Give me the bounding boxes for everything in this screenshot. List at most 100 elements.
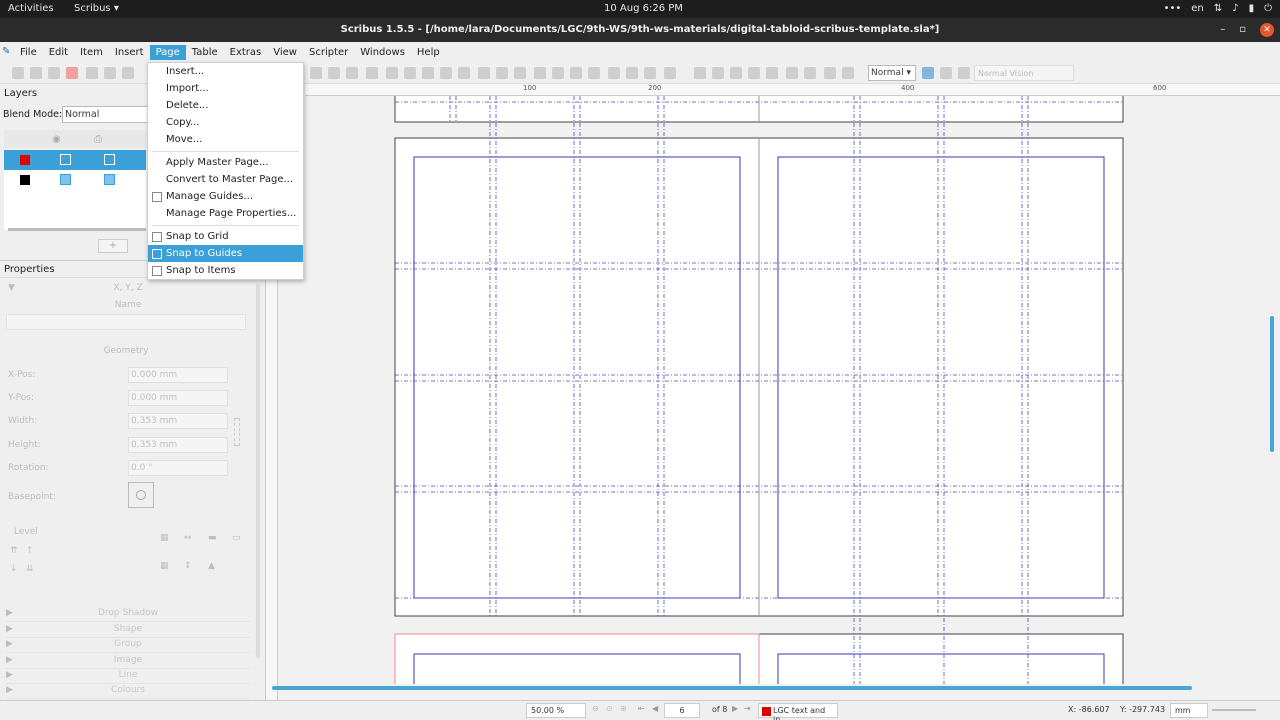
menu-insert-page[interactable]: Insert... — [148, 63, 303, 80]
zoom-out-icon[interactable]: ⊖ — [592, 704, 599, 713]
select-tool-icon[interactable] — [310, 67, 322, 79]
menu-extras[interactable]: Extras — [224, 45, 268, 60]
freehand-tool-icon[interactable] — [458, 67, 470, 79]
lower-to-bottom-icon[interactable]: ⇊ — [26, 564, 34, 574]
blend-mode-select[interactable]: Normal — [62, 106, 148, 123]
clock[interactable]: 10 Aug 6:26 PM — [604, 3, 683, 14]
snap-to-guides-checkbox[interactable] — [152, 249, 162, 259]
menu-insert[interactable]: Insert — [109, 45, 150, 60]
measure-icon[interactable] — [608, 67, 620, 79]
line-section[interactable]: Line — [6, 670, 250, 684]
link-annotation-icon[interactable] — [804, 67, 816, 79]
menu-windows[interactable]: Windows — [354, 45, 411, 60]
menu-scripter[interactable]: Scripter — [303, 45, 354, 60]
xpos-field[interactable]: 0.000 mm — [128, 367, 228, 383]
edit-contents-icon[interactable] — [534, 67, 546, 79]
volume-icon[interactable]: ♪ — [1232, 3, 1238, 14]
basepoint-center-icon[interactable] — [136, 490, 146, 500]
eyedropper-icon[interactable] — [644, 67, 656, 79]
image-section[interactable]: Image — [6, 655, 250, 669]
unit-select[interactable]: mm — [1170, 703, 1208, 718]
layer-print-checkbox[interactable] — [104, 154, 115, 165]
width-field[interactable]: 0.353 mm — [128, 413, 228, 429]
menu-delete-page[interactable]: Delete... — [148, 97, 303, 114]
image-frame-icon[interactable] — [346, 67, 358, 79]
arc-tool-icon[interactable] — [404, 67, 416, 79]
calligraphic-tool-icon[interactable] — [478, 67, 490, 79]
layer-row[interactable] — [4, 150, 146, 170]
snap-to-items-checkbox[interactable] — [152, 266, 162, 276]
snap-to-grid-checkbox[interactable] — [152, 232, 162, 242]
menu-copy-page[interactable]: Copy... — [148, 114, 303, 131]
visual-toggle-icon[interactable] — [958, 67, 970, 79]
menu-snap-to-grid[interactable]: Snap to Grid — [148, 228, 303, 245]
height-field[interactable]: 0.353 mm — [128, 437, 228, 453]
menu-snap-to-guides[interactable]: Snap to Guides — [148, 245, 303, 262]
print-icon[interactable] — [86, 67, 98, 79]
chain-link-icon[interactable] — [234, 418, 240, 446]
group-section[interactable]: Group — [6, 639, 250, 653]
export-pdf-icon[interactable] — [122, 67, 134, 79]
menu-view[interactable]: View — [267, 45, 303, 60]
layer-print-checkbox[interactable] — [104, 174, 115, 185]
colours-section[interactable]: Colours — [6, 685, 250, 699]
menu-snap-to-items[interactable]: Snap to Items — [148, 262, 303, 279]
prev-page-icon[interactable]: ◀ — [652, 704, 658, 713]
text-annotation-icon[interactable] — [786, 67, 798, 79]
flip-icon[interactable]: ▦ — [160, 533, 169, 543]
zoom-slider[interactable] — [1212, 709, 1256, 711]
app-menu[interactable]: Scribus ▾ — [74, 3, 119, 14]
menu-manage-guides[interactable]: Manage Guides... — [148, 188, 303, 205]
rotation-field[interactable]: 0.0 ° — [128, 460, 228, 476]
add-layer-button[interactable]: + — [98, 239, 128, 253]
layer-visible-checkbox[interactable] — [60, 174, 71, 185]
layer-visible-checkbox[interactable] — [60, 154, 71, 165]
menu-page[interactable]: Page — [149, 44, 186, 60]
first-page-icon[interactable]: ⇤ — [638, 704, 645, 713]
line-tool-icon[interactable] — [422, 67, 434, 79]
menu-item[interactable]: Item — [74, 45, 109, 60]
name-field[interactable] — [6, 314, 246, 330]
menu-move-page[interactable]: Move... — [148, 131, 303, 148]
vision-select[interactable]: Normal Vision — [974, 65, 1074, 81]
flip-vertical-icon[interactable]: ↕ — [184, 561, 192, 571]
network-icon[interactable]: ⇅ — [1214, 3, 1222, 14]
link-frames-icon[interactable] — [570, 67, 582, 79]
menu-apply-master-page[interactable]: Apply Master Page... — [148, 154, 303, 171]
preflight-icon[interactable] — [104, 67, 116, 79]
open-document-icon[interactable] — [30, 67, 42, 79]
layers-scrollbar[interactable] — [8, 228, 146, 231]
close-document-icon[interactable] — [66, 67, 78, 79]
language-indicator[interactable]: en — [1191, 3, 1204, 14]
layer-select[interactable]: LGC text and in — [758, 703, 838, 720]
next-page-icon[interactable]: ▶ — [732, 704, 738, 713]
zoom-in-icon[interactable]: ⊕ — [620, 704, 627, 713]
drop-shadow-section[interactable]: Drop Shadow — [6, 608, 250, 622]
battery-icon[interactable]: ▮ — [1249, 3, 1255, 14]
no-print-icon[interactable]: ▦ — [160, 561, 169, 571]
raise-to-top-icon[interactable]: ⇈ — [10, 546, 18, 556]
activities-button[interactable]: Activities — [8, 3, 54, 14]
properties-scrollbar[interactable] — [256, 284, 260, 658]
shape-tool-icon[interactable] — [366, 67, 378, 79]
raise-icon[interactable]: ↑ — [26, 546, 34, 556]
horizontal-ruler[interactable]: 100 200 400 600 — [305, 84, 1280, 96]
lock-icon[interactable]: ▬ — [208, 533, 217, 543]
pdf-combo-box-icon[interactable] — [748, 67, 760, 79]
save-icon[interactable] — [48, 67, 60, 79]
lower-icon[interactable]: ↓ — [10, 564, 18, 574]
size-lock-icon[interactable]: ▭ — [232, 533, 241, 543]
power-icon[interactable]: ⏻ — [1264, 3, 1272, 14]
render-mode-select[interactable]: Normal ▾ — [868, 65, 916, 81]
text-flow-icon[interactable]: ▲ — [208, 561, 215, 571]
table-tool-icon[interactable] — [664, 67, 676, 79]
pdf-push-button-icon[interactable] — [694, 67, 706, 79]
unlink-frames-icon[interactable] — [588, 67, 600, 79]
menu-convert-to-master-page[interactable]: Convert to Master Page... — [148, 171, 303, 188]
page-number-field[interactable]: 6 — [664, 703, 700, 718]
document-canvas[interactable] — [278, 96, 1270, 684]
rotate-tool-icon[interactable] — [496, 67, 508, 79]
menu-edit[interactable]: Edit — [43, 45, 74, 60]
eye-icon[interactable] — [940, 67, 952, 79]
polygon-tool-icon[interactable] — [386, 67, 398, 79]
